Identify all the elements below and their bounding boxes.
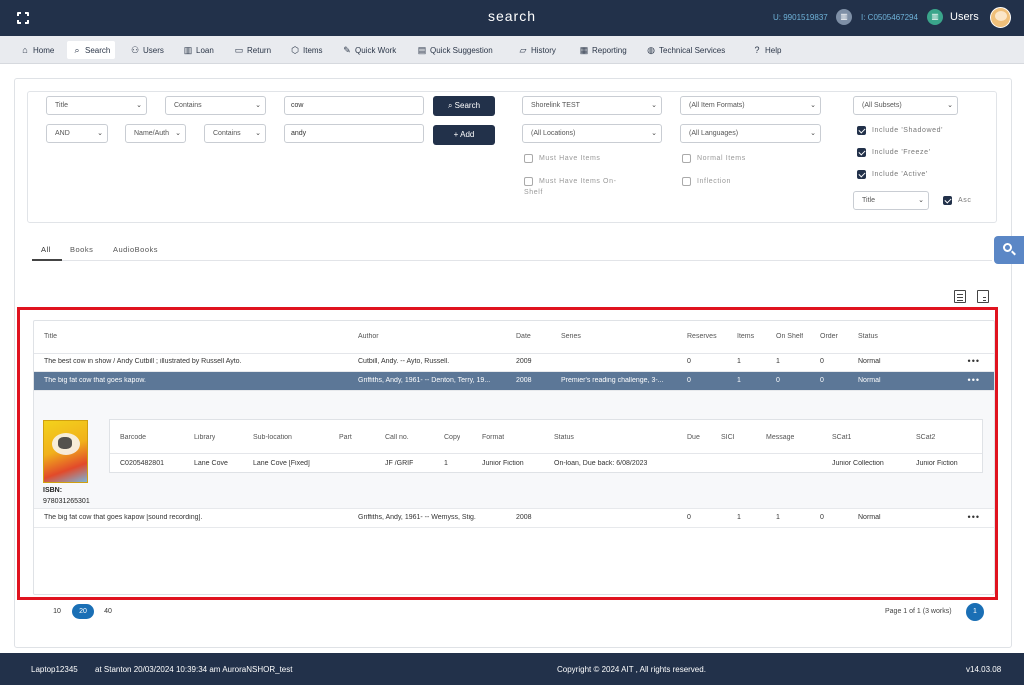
operator-select-1[interactable]: Contains ⌄	[165, 96, 266, 115]
table-row[interactable]: The best cow in show / Andy Cutbill ; il…	[34, 353, 994, 372]
export-sheet-icon[interactable]	[977, 290, 989, 303]
session-info: at Stanton 20/03/2024 10:39:34 am Aurora…	[95, 665, 293, 674]
book-icon: ▥	[183, 45, 193, 55]
main-nav: ⌂ Home ⌕ Search ⚇ Users ▥ Loan ▭ Return ⬡ Item…	[0, 36, 1024, 64]
avatar[interactable]	[990, 7, 1011, 28]
include-shadowed-checkbox[interactable]: Include 'Shadowed'	[857, 125, 943, 136]
page-size-10[interactable]: 10	[46, 604, 68, 619]
add-criteria-button[interactable]: + Add	[433, 125, 495, 145]
boolean-select[interactable]: AND ⌄	[46, 124, 108, 143]
table-header: Title Author Date Series Reserves Items …	[34, 321, 994, 354]
include-freeze-checkbox[interactable]: Include 'Freeze'	[857, 147, 931, 158]
field-select-2[interactable]: Name/Auth ⌄	[125, 124, 186, 143]
chevron-down-icon: ⌄	[918, 197, 924, 204]
must-have-items-checkbox[interactable]: Must Have Items	[524, 153, 601, 164]
copies-table-header: Barcode Library Sub-location Part Call n…	[110, 420, 982, 454]
search-button[interactable]: ⌕ Search	[433, 96, 495, 116]
inflection-checkbox[interactable]: Inflection	[682, 176, 731, 187]
table-row-selected[interactable]: The big fat cow that goes kapow. Griffit…	[34, 372, 994, 391]
home-icon: ⌂	[22, 45, 28, 55]
chevron-down-icon: ⌄	[651, 130, 657, 137]
help-icon: ?	[754, 45, 760, 55]
book-cover-image	[43, 420, 88, 483]
copyright: Copyright © 2024 AIT , All rights reserv…	[557, 665, 706, 674]
isbn: ISBN: 978031265301	[43, 487, 90, 505]
return-icon: ▭	[234, 45, 244, 55]
footer: Laptop12345 at Stanton 20/03/2024 10:39:…	[0, 653, 1024, 685]
nav-technical-services[interactable]: ◍ Technical Services	[641, 41, 730, 59]
tab-books[interactable]: Books	[70, 245, 93, 254]
search-icon: ⌕	[74, 45, 80, 55]
nav-loan[interactable]: ▥ Loan	[178, 41, 219, 59]
nav-quick-suggestion[interactable]: ▤ Quick Suggestion	[412, 41, 498, 59]
page-summary: Page 1 of 1 (3 works)	[885, 608, 952, 615]
chevron-down-icon: ⌄	[175, 130, 181, 137]
results-table: Title Author Date Series Reserves Items …	[33, 320, 995, 595]
chevron-down-icon: ⌄	[97, 130, 103, 137]
box-icon: ⬡	[291, 45, 299, 55]
chevron-down-icon: ⌄	[651, 102, 657, 109]
search-term-input-2[interactable]: andy	[284, 124, 424, 143]
page-size-20[interactable]: 20	[72, 604, 94, 619]
report-icon: ▦	[579, 45, 589, 55]
operator-select-2[interactable]: Contains ⌄	[204, 124, 266, 143]
document-icon: ▤	[417, 45, 427, 55]
tab-all[interactable]: All	[41, 245, 51, 254]
export-document-icon[interactable]	[954, 290, 966, 303]
top-bar: search U: 9901519837 ▥ I: C0505467294 ▥ …	[0, 0, 1024, 36]
nav-history[interactable]: ▱ History	[513, 41, 561, 59]
folder-icon: ▱	[519, 45, 527, 55]
floating-search-button[interactable]	[994, 236, 1024, 264]
nav-return[interactable]: ▭ Return	[229, 41, 276, 59]
subsets-select[interactable]: (All Subsets) ⌄	[853, 96, 958, 115]
nav-quick-work[interactable]: ✎ Quick Work	[337, 41, 401, 59]
globe-icon: ◍	[647, 45, 655, 55]
must-have-items-on-shelf-checkbox[interactable]: Must Have Items On-Shelf	[524, 176, 634, 198]
languages-select[interactable]: (All Languages) ⌄	[680, 124, 821, 143]
library-select[interactable]: Shorelink TEST ⌄	[522, 96, 662, 115]
result-tabs: All Books AudioBooks	[32, 242, 992, 261]
chevron-down-icon: ⌄	[810, 130, 816, 137]
nav-help[interactable]: ? Help	[747, 41, 786, 59]
chevron-down-icon: ⌄	[255, 102, 261, 109]
chevron-down-icon: ⌄	[136, 102, 142, 109]
search-icon: ⌕	[447, 101, 455, 110]
location-select[interactable]: (All Locations) ⌄	[522, 124, 662, 143]
chevron-down-icon: ⌄	[810, 102, 816, 109]
asc-checkbox[interactable]: Asc	[943, 195, 971, 206]
sort-select[interactable]: Title ⌄	[853, 191, 929, 210]
search-term-input-1[interactable]: cow	[284, 96, 424, 115]
item-formats-select[interactable]: (All Item Formats) ⌄	[680, 96, 821, 115]
user-id-label: U: 9901519837	[773, 13, 828, 22]
library-icon[interactable]: ▥	[836, 9, 852, 25]
edit-icon: ✎	[343, 45, 351, 55]
tab-audiobooks[interactable]: AudioBooks	[113, 245, 158, 254]
nav-search[interactable]: ⌕ Search	[67, 41, 116, 59]
nav-items[interactable]: ⬡ Items	[285, 41, 328, 59]
page-1-button[interactable]: 1	[966, 603, 984, 621]
field-select-1[interactable]: Title ⌄	[46, 96, 147, 115]
more-icon[interactable]: •••	[968, 512, 980, 522]
item-detail-panel: ISBN: 978031265301 Barcode Library Sub-lo…	[34, 391, 994, 509]
page-size-40[interactable]: 40	[97, 604, 119, 619]
include-active-checkbox[interactable]: Include 'Active'	[857, 169, 928, 180]
chevron-down-icon: ⌄	[947, 102, 953, 109]
version: v14.03.08	[966, 665, 1002, 674]
normal-items-checkbox[interactable]: Normal Items	[682, 153, 746, 164]
more-icon[interactable]: •••	[968, 356, 980, 366]
users-menu[interactable]: Users	[950, 11, 979, 23]
copies-table: Barcode Library Sub-location Part Call n…	[109, 419, 983, 473]
more-icon[interactable]: •••	[968, 375, 980, 385]
device-name: Laptop12345	[31, 665, 78, 674]
table-row[interactable]: The big fat cow that goes kapow [sound r…	[34, 509, 994, 528]
active-tab-indicator	[32, 259, 62, 261]
chevron-down-icon: ⌄	[255, 130, 261, 137]
institution-id-label: I: C0505467294	[861, 13, 918, 22]
nav-home[interactable]: ⌂ Home	[15, 41, 59, 59]
nav-reporting[interactable]: ▦ Reporting	[574, 41, 632, 59]
users-icon: ⚇	[130, 45, 140, 55]
nav-users[interactable]: ⚇ Users	[125, 41, 169, 59]
institution-icon[interactable]: ▥	[927, 9, 943, 25]
